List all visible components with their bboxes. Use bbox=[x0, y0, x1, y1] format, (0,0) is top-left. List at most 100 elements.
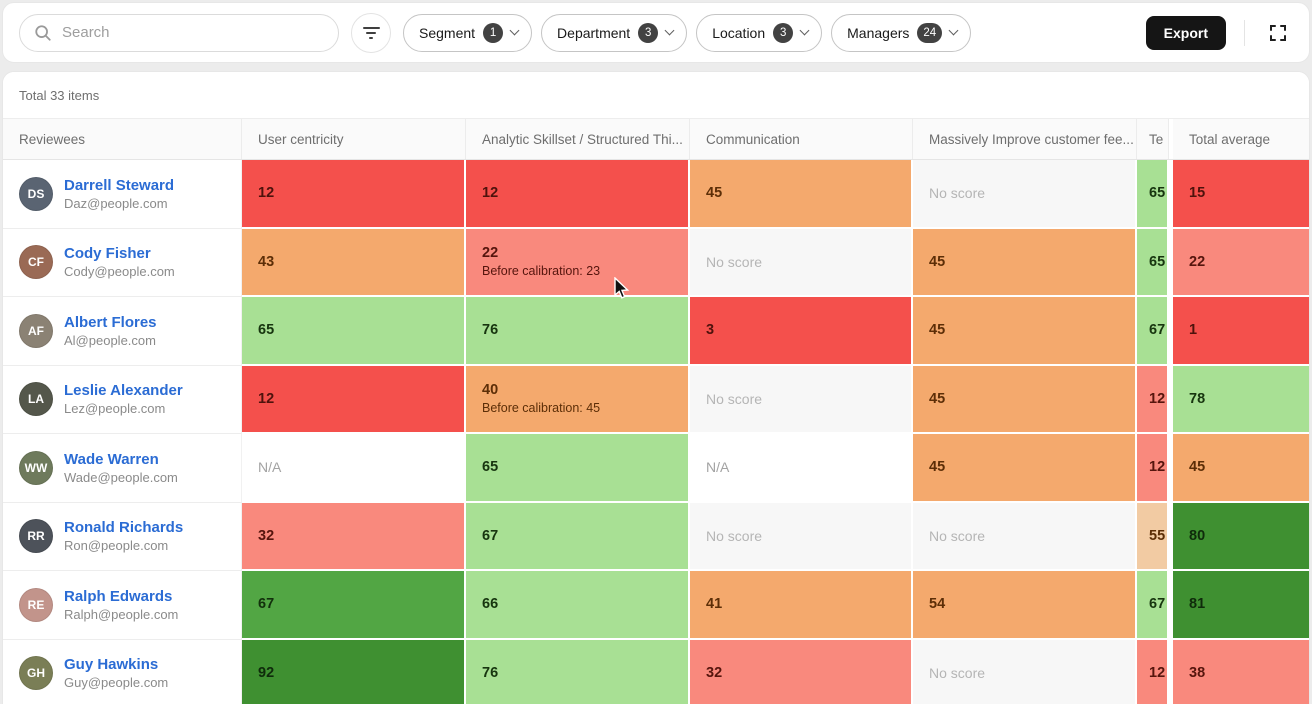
reviewee-name-link[interactable]: Leslie Alexander bbox=[64, 382, 183, 399]
score-value: 67 bbox=[1149, 322, 1167, 338]
score-cell-customer-feedback[interactable]: 45 bbox=[913, 366, 1137, 435]
column-header-analytic-skillset[interactable]: Analytic Skillset / Structured Thi... bbox=[466, 119, 690, 159]
reviewee-name-link[interactable]: Ronald Richards bbox=[64, 519, 183, 536]
score-cell-analytic-skillset[interactable]: 66 bbox=[466, 571, 690, 640]
column-header-customer-feedback[interactable]: Massively Improve customer fee... bbox=[913, 119, 1137, 159]
score-value: 45 bbox=[706, 185, 895, 201]
score-cell-communication[interactable]: No score bbox=[690, 366, 913, 435]
score-cell-customer-feedback[interactable]: No score bbox=[913, 503, 1137, 572]
score-cell-customer-feedback[interactable]: 45 bbox=[913, 297, 1137, 366]
chip-label: Managers bbox=[847, 25, 909, 41]
column-header-te[interactable]: Te bbox=[1137, 119, 1169, 159]
score-cell-communication[interactable]: 41 bbox=[690, 571, 913, 640]
reviewee-name-link[interactable]: Guy Hawkins bbox=[64, 656, 168, 673]
score-value: No score bbox=[706, 391, 895, 407]
score-cell-communication[interactable]: 3 bbox=[690, 297, 913, 366]
score-cell-total-average[interactable]: 80 bbox=[1169, 503, 1309, 572]
column-header-communication[interactable]: Communication bbox=[690, 119, 913, 159]
score-cell-total-average[interactable]: 15 bbox=[1169, 160, 1309, 229]
filter-lines-icon bbox=[363, 27, 380, 29]
score-cell-user-centricity[interactable]: 92 bbox=[242, 640, 466, 704]
reviewee-name-link[interactable]: Ralph Edwards bbox=[64, 588, 178, 605]
score-cell-customer-feedback[interactable]: No score bbox=[913, 160, 1137, 229]
score-cell-user-centricity[interactable]: 12 bbox=[242, 366, 466, 435]
score-cell-user-centricity[interactable]: N/A bbox=[242, 434, 466, 503]
score-cell-te[interactable]: 12 bbox=[1137, 366, 1169, 435]
chip-count-badge: 24 bbox=[917, 23, 942, 43]
score-cell-customer-feedback[interactable]: 54 bbox=[913, 571, 1137, 640]
score-cell-customer-feedback[interactable]: 45 bbox=[913, 434, 1137, 503]
reviewee-name-link[interactable]: Cody Fisher bbox=[64, 245, 175, 262]
score-cell-communication[interactable]: 32 bbox=[690, 640, 913, 704]
chip-count-badge: 1 bbox=[483, 23, 503, 43]
reviewee-cell: GHGuy HawkinsGuy@people.com bbox=[3, 640, 242, 704]
score-cell-total-average[interactable]: 38 bbox=[1169, 640, 1309, 704]
score-cell-analytic-skillset[interactable]: 76 bbox=[466, 640, 690, 704]
score-cell-user-centricity[interactable]: 32 bbox=[242, 503, 466, 572]
score-cell-te[interactable]: 12 bbox=[1137, 434, 1169, 503]
score-cell-user-centricity[interactable]: 65 bbox=[242, 297, 466, 366]
score-cell-communication[interactable]: 45 bbox=[690, 160, 913, 229]
chip-count-badge: 3 bbox=[638, 23, 658, 43]
score-cell-te[interactable]: 12 bbox=[1137, 640, 1169, 704]
table-row: RERalph EdwardsRalph@people.com676641546… bbox=[3, 571, 1309, 640]
score-value: No score bbox=[706, 254, 895, 270]
reviewee-cell: AFAlbert FloresAl@people.com bbox=[3, 297, 242, 366]
reviewee-email: Lez@people.com bbox=[64, 401, 183, 416]
export-button[interactable]: Export bbox=[1146, 16, 1226, 50]
score-cell-analytic-skillset[interactable]: 67 bbox=[466, 503, 690, 572]
chip-department[interactable]: Department 3 bbox=[541, 14, 687, 52]
reviewee-email: Ralph@people.com bbox=[64, 607, 178, 622]
score-cell-total-average[interactable]: 81 bbox=[1169, 571, 1309, 640]
score-cell-customer-feedback[interactable]: 45 bbox=[913, 229, 1137, 298]
fullscreen-button[interactable] bbox=[1263, 18, 1293, 48]
reviewee-name-link[interactable]: Albert Flores bbox=[64, 314, 157, 331]
score-cell-total-average[interactable]: 78 bbox=[1169, 366, 1309, 435]
score-value: 78 bbox=[1189, 391, 1293, 407]
score-value: 12 bbox=[1149, 391, 1167, 407]
score-cell-analytic-skillset[interactable]: 12 bbox=[466, 160, 690, 229]
before-calibration-note: Before calibration: 23 bbox=[482, 264, 672, 278]
chip-segment[interactable]: Segment 1 bbox=[403, 14, 532, 52]
score-value: 41 bbox=[706, 596, 895, 612]
score-cell-analytic-skillset[interactable]: 65 bbox=[466, 434, 690, 503]
score-cell-te[interactable]: 65 bbox=[1137, 160, 1169, 229]
chevron-down-icon bbox=[949, 26, 959, 36]
column-header-user-centricity[interactable]: User centricity bbox=[242, 119, 466, 159]
search-input[interactable] bbox=[19, 14, 339, 52]
avatar: RR bbox=[19, 519, 53, 553]
filter-button[interactable] bbox=[351, 13, 391, 53]
score-cell-analytic-skillset[interactable]: 76 bbox=[466, 297, 690, 366]
reviewee-cell: DSDarrell StewardDaz@people.com bbox=[3, 160, 242, 229]
chip-managers[interactable]: Managers 24 bbox=[831, 14, 971, 52]
score-cell-customer-feedback[interactable]: No score bbox=[913, 640, 1137, 704]
chevron-down-icon bbox=[665, 26, 675, 36]
score-cell-user-centricity[interactable]: 12 bbox=[242, 160, 466, 229]
score-cell-total-average[interactable]: 22 bbox=[1169, 229, 1309, 298]
score-value: 1 bbox=[1189, 322, 1293, 338]
score-value: 12 bbox=[258, 185, 448, 201]
score-cell-te[interactable]: 67 bbox=[1137, 297, 1169, 366]
score-cell-user-centricity[interactable]: 43 bbox=[242, 229, 466, 298]
chevron-down-icon bbox=[800, 26, 810, 36]
reviewee-email: Daz@people.com bbox=[64, 196, 174, 211]
score-cell-communication[interactable]: No score bbox=[690, 503, 913, 572]
score-cell-total-average[interactable]: 1 bbox=[1169, 297, 1309, 366]
column-header-total-average[interactable]: Total average bbox=[1169, 119, 1309, 159]
search-field[interactable] bbox=[62, 24, 324, 41]
reviewee-name-link[interactable]: Darrell Steward bbox=[64, 177, 174, 194]
score-value: 66 bbox=[482, 596, 672, 612]
score-cell-te[interactable]: 55 bbox=[1137, 503, 1169, 572]
column-header-reviewees[interactable]: Reviewees bbox=[3, 119, 242, 159]
score-cell-communication[interactable]: No score bbox=[690, 229, 913, 298]
score-cell-te[interactable]: 65 bbox=[1137, 229, 1169, 298]
score-cell-te[interactable]: 67 bbox=[1137, 571, 1169, 640]
score-cell-user-centricity[interactable]: 67 bbox=[242, 571, 466, 640]
reviewee-cell: WWWade WarrenWade@people.com bbox=[3, 434, 242, 503]
score-cell-analytic-skillset[interactable]: 40Before calibration: 45 bbox=[466, 366, 690, 435]
score-cell-communication[interactable]: N/A bbox=[690, 434, 913, 503]
score-cell-total-average[interactable]: 45 bbox=[1169, 434, 1309, 503]
score-cell-analytic-skillset[interactable]: 22Before calibration: 23 bbox=[466, 229, 690, 298]
chip-location[interactable]: Location 3 bbox=[696, 14, 822, 52]
reviewee-name-link[interactable]: Wade Warren bbox=[64, 451, 178, 468]
